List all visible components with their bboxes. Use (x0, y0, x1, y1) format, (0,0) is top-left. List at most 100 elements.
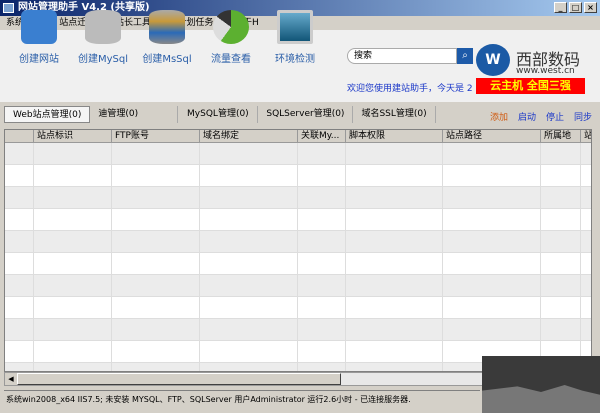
table-cell (112, 275, 200, 296)
close-button[interactable]: × (584, 2, 597, 13)
table-row[interactable] (5, 231, 591, 253)
env-check-button[interactable]: 环境检测 (264, 6, 326, 68)
table-cell (34, 143, 112, 164)
table-cell (443, 319, 541, 340)
action-links: 添加 启动 停止 同步 (490, 110, 592, 123)
table-cell (34, 319, 112, 340)
table-row[interactable] (5, 297, 591, 319)
table-cell (581, 275, 591, 296)
scroll-left-icon[interactable]: ◀ (5, 373, 17, 385)
table-cell (443, 297, 541, 318)
column-header[interactable]: FTP账号 (112, 130, 200, 142)
table-cell (443, 209, 541, 230)
table-row[interactable] (5, 275, 591, 297)
table-row[interactable] (5, 319, 591, 341)
table-cell (200, 187, 298, 208)
create-mysql-button[interactable]: 创建MySql (72, 6, 134, 68)
table-cell (346, 143, 443, 164)
table-cell (298, 297, 346, 318)
scrollbar-thumb[interactable] (17, 373, 341, 385)
table-row[interactable] (5, 143, 591, 165)
table-cell (200, 297, 298, 318)
table-cell (112, 143, 200, 164)
table-cell (298, 231, 346, 252)
column-header[interactable]: 站点标识 (34, 130, 112, 142)
table-cell (112, 165, 200, 186)
table-cell (541, 253, 581, 274)
mssql-database-icon (149, 10, 185, 44)
table-cell (346, 209, 443, 230)
create-mssql-button[interactable]: 创建MsSql (136, 6, 198, 68)
create-site-button[interactable]: 创建网站 (8, 6, 70, 68)
tab-ftp[interactable]: 迪管理(0) (90, 106, 179, 123)
table-cell (34, 231, 112, 252)
table-row[interactable] (5, 187, 591, 209)
tab-mysql[interactable]: MySQL管理(0) (178, 106, 259, 123)
table-cell (112, 363, 200, 371)
west-logo-icon[interactable]: W (476, 44, 510, 76)
promo-banner[interactable]: 云主机 全国三强 (476, 78, 585, 94)
table-row[interactable] (5, 165, 591, 187)
tool-label: 流量查看 (211, 54, 251, 65)
table-cell (298, 143, 346, 164)
tab-sqlserver[interactable]: SQLServer管理(0) (258, 106, 354, 123)
column-header[interactable]: 所属地 (541, 130, 581, 142)
table-cell (581, 297, 591, 318)
table-cell (541, 209, 581, 230)
table-cell (200, 341, 298, 362)
table-cell (112, 231, 200, 252)
column-header[interactable]: 站 (581, 130, 591, 142)
sites-table[interactable]: 站点标识FTP账号域名绑定关联My...脚本权限站点路径所属地站 (4, 129, 592, 372)
monitor-icon (277, 10, 313, 44)
maximize-button[interactable]: □ (569, 2, 582, 13)
table-cell (298, 165, 346, 186)
column-header[interactable] (5, 130, 34, 142)
table-cell (34, 187, 112, 208)
column-header[interactable]: 关联My... (298, 130, 346, 142)
table-cell (581, 319, 591, 340)
tab-domain-ssl[interactable]: 域名SSL管理(0) (353, 106, 436, 123)
tab-web-sites[interactable]: Web站点管理(0) (4, 106, 91, 123)
table-cell (443, 187, 541, 208)
stop-link[interactable]: 停止 (546, 110, 564, 123)
status-bar: 系统win2008_x64 IIS7.5; 未安装 MYSQL、FTP、SQLS… (4, 390, 480, 407)
table-cell (298, 319, 346, 340)
table-cell (581, 253, 591, 274)
search-button[interactable]: ⌕ (457, 48, 473, 64)
traffic-view-button[interactable]: 流量查看 (200, 6, 262, 68)
table-row[interactable] (5, 253, 591, 275)
table-cell (298, 363, 346, 371)
minimize-button[interactable]: _ (554, 2, 567, 13)
table-cell (5, 209, 34, 230)
tool-label: 创建MsSql (142, 54, 192, 65)
table-cell (443, 231, 541, 252)
start-link[interactable]: 启动 (518, 110, 536, 123)
table-cell (581, 165, 591, 186)
table-cell (200, 319, 298, 340)
pie-chart-icon (213, 10, 249, 44)
table-cell (541, 319, 581, 340)
table-cell (298, 341, 346, 362)
table-row[interactable] (5, 209, 591, 231)
table-cell (581, 143, 591, 164)
table-cell (112, 341, 200, 362)
search-input[interactable]: 搜索 (347, 48, 457, 64)
table-cell (346, 231, 443, 252)
table-cell (541, 165, 581, 186)
table-cell (34, 165, 112, 186)
column-header[interactable]: 站点路径 (443, 130, 541, 142)
table-cell (5, 231, 34, 252)
table-cell (541, 297, 581, 318)
sync-link[interactable]: 同步 (574, 110, 592, 123)
column-header[interactable]: 脚本权限 (346, 130, 443, 142)
brand-url[interactable]: www.west.cn (516, 66, 575, 76)
table-cell (112, 187, 200, 208)
table-cell (112, 297, 200, 318)
table-cell (200, 275, 298, 296)
table-cell (346, 165, 443, 186)
table-cell (112, 209, 200, 230)
add-link[interactable]: 添加 (490, 110, 508, 123)
tool-label: 创建MySql (77, 54, 129, 65)
table-cell (581, 231, 591, 252)
column-header[interactable]: 域名绑定 (200, 130, 298, 142)
